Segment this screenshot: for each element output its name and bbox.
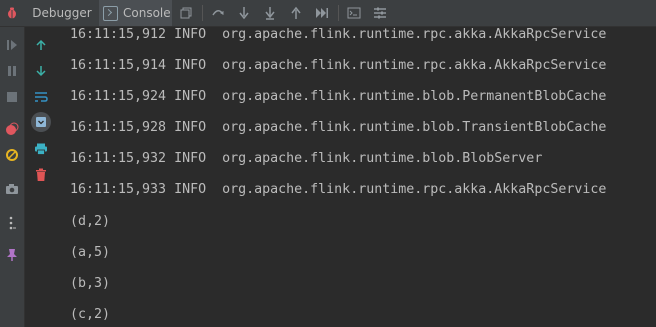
tab-debugger-label: Debugger xyxy=(32,6,92,20)
pause-icon[interactable] xyxy=(2,61,22,81)
console-line: (c,2) xyxy=(70,307,111,322)
debug-toolbar: Debugger Console xyxy=(0,0,656,27)
tab-console-label: Console xyxy=(123,6,171,20)
print-icon[interactable] xyxy=(31,139,51,159)
soft-wrap-icon[interactable] xyxy=(31,87,51,107)
toolbar-divider xyxy=(338,5,339,21)
restore-layout-icon[interactable] xyxy=(176,3,196,23)
trash-icon[interactable] xyxy=(31,165,51,185)
console-line: (d,2) xyxy=(70,214,111,229)
resume-icon[interactable] xyxy=(2,35,22,55)
console-line: 16:11:15,924 INFO org.apache.flink.runti… xyxy=(70,89,607,104)
toolbar-divider xyxy=(202,5,203,21)
run-to-cursor-icon[interactable] xyxy=(312,3,332,23)
step-out-icon[interactable] xyxy=(286,3,306,23)
pin-icon[interactable] xyxy=(2,245,22,265)
mute-breakpoints-icon[interactable] xyxy=(2,145,22,165)
console-line: 16:11:15,932 INFO org.apache.flink.runti… xyxy=(70,151,543,166)
stop-icon[interactable] xyxy=(2,87,22,107)
tab-console[interactable]: Console xyxy=(99,0,172,26)
console-line: (b,3) xyxy=(70,276,111,291)
step-over-icon[interactable] xyxy=(208,3,228,23)
debug-actions-bar xyxy=(0,27,25,327)
camera-icon[interactable] xyxy=(2,179,22,199)
console-line: 16:11:15,928 INFO org.apache.flink.runti… xyxy=(70,120,607,135)
console-line: 16:11:15,933 INFO org.apache.flink.runti… xyxy=(70,182,607,197)
step-into-icon[interactable] xyxy=(234,3,254,23)
more-icon[interactable] xyxy=(2,213,22,233)
console-output[interactable]: 16:11:15,912 INFO org.apache.flink.runti… xyxy=(70,24,656,327)
console-toolbar xyxy=(25,27,57,327)
console-icon xyxy=(103,5,118,21)
force-step-into-icon[interactable] xyxy=(260,3,280,23)
console-line: 16:11:15,912 INFO org.apache.flink.runti… xyxy=(70,27,607,42)
console-line: 16:11:15,914 INFO org.apache.flink.runti… xyxy=(70,58,607,73)
down-arrow-icon[interactable] xyxy=(31,61,51,81)
up-arrow-icon[interactable] xyxy=(31,35,51,55)
scroll-to-end-icon[interactable] xyxy=(31,112,51,132)
tab-debugger[interactable]: Debugger xyxy=(30,0,94,26)
trace-icon[interactable] xyxy=(370,3,390,23)
view-breakpoints-icon[interactable] xyxy=(2,119,22,139)
evaluate-expression-icon[interactable] xyxy=(344,3,364,23)
console-line: (a,5) xyxy=(70,245,111,260)
bug-icon[interactable] xyxy=(0,0,24,26)
